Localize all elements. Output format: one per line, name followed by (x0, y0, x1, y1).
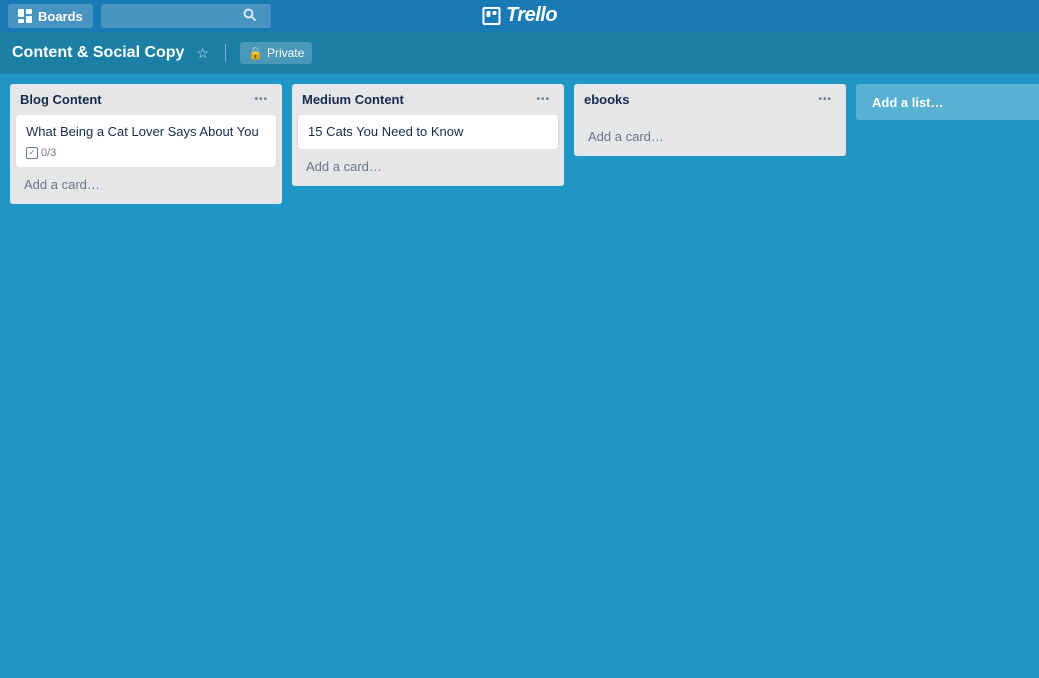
card-title: What Being a Cat Lover Says About You (26, 123, 266, 141)
board-header: Content & Social Copy ☆ 🔒 Private (0, 32, 1039, 74)
boards-icon (18, 9, 32, 23)
card[interactable]: What Being a Cat Lover Says About You 0/3 (16, 115, 276, 167)
checklist-icon (26, 147, 38, 159)
search-input[interactable] (109, 9, 239, 23)
list-medium-content: Medium Content ••• 15 Cats You Need to Kno… (292, 84, 564, 186)
add-list-button[interactable]: Add a list… (856, 84, 1039, 120)
add-card-button[interactable]: Add a card… (16, 171, 276, 198)
star-button[interactable]: ☆ (194, 43, 211, 64)
add-card-button[interactable]: Add a card… (580, 123, 840, 150)
board-title: Content & Social Copy (12, 44, 184, 62)
list-title: Blog Content (20, 92, 102, 107)
list-ebooks: ebooks ••• Add a card… (574, 84, 846, 156)
list-header: ebooks ••• (574, 84, 846, 115)
card-title: 15 Cats You Need to Know (308, 123, 548, 141)
boards-label: Boards (38, 9, 83, 24)
add-card-button[interactable]: Add a card… (298, 153, 558, 180)
card-badges: 0/3 (26, 147, 266, 159)
list-title: Medium Content (302, 92, 404, 107)
privacy-label: Private (267, 46, 304, 60)
list-title: ebooks (584, 92, 630, 107)
list-cards: 15 Cats You Need to Know (292, 115, 564, 149)
list-header: Medium Content ••• (292, 84, 564, 115)
list-menu-button[interactable]: ••• (250, 93, 272, 107)
search-icon (243, 8, 256, 24)
privacy-button[interactable]: 🔒 Private (240, 42, 312, 64)
empty-list-placeholder (580, 115, 840, 119)
trello-logo-icon (482, 7, 500, 25)
list-cards: What Being a Cat Lover Says About You 0/3 (10, 115, 282, 167)
card[interactable]: 15 Cats You Need to Know (298, 115, 558, 149)
boards-button[interactable]: Boards (8, 4, 93, 28)
list-menu-button[interactable]: ••• (814, 93, 836, 107)
trello-wordmark: Trello (506, 4, 557, 27)
list-header: Blog Content ••• (10, 84, 282, 115)
list-menu-button[interactable]: ••• (532, 93, 554, 107)
top-nav: Boards Trello (0, 0, 1039, 32)
add-list-label: Add a list… (872, 95, 944, 110)
checklist-count: 0/3 (41, 147, 56, 159)
search-bar[interactable] (101, 4, 271, 28)
board-content: Blog Content ••• What Being a Cat Lover Sa… (0, 74, 1039, 678)
list-cards (574, 115, 846, 119)
divider (225, 44, 226, 62)
checklist-badge: 0/3 (26, 147, 56, 159)
lock-icon: 🔒 (248, 46, 263, 60)
list-blog-content: Blog Content ••• What Being a Cat Lover Sa… (10, 84, 282, 204)
trello-logo: Trello (482, 4, 557, 27)
